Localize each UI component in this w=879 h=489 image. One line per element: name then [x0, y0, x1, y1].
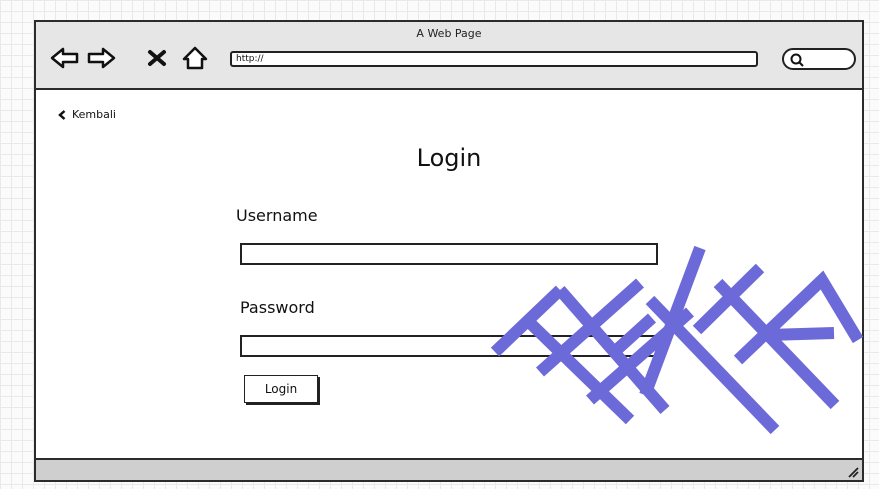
browser-titlebar: A Web Page http://: [36, 22, 862, 90]
back-link-label: Kembali: [72, 108, 116, 121]
login-button[interactable]: Login: [244, 375, 318, 403]
resize-grip-icon[interactable]: [845, 464, 859, 478]
chevron-left-icon: [58, 109, 66, 120]
home-icon[interactable]: [182, 46, 208, 70]
status-bar: [36, 458, 862, 480]
password-input[interactable]: [240, 335, 658, 357]
back-link[interactable]: Kembali: [58, 108, 116, 121]
page-title: Login: [416, 144, 482, 172]
close-icon[interactable]: [146, 46, 168, 70]
username-label: Username: [236, 206, 318, 225]
username-input[interactable]: [240, 243, 658, 265]
window-title: A Web Page: [416, 27, 482, 40]
page-content: Kembali Login Username Password Login: [36, 88, 862, 458]
search-icon: [790, 53, 804, 67]
password-label: Password: [240, 298, 315, 317]
browser-window: A Web Page http:// Kembali Login Usernam…: [34, 20, 864, 482]
back-arrow-icon[interactable]: [50, 46, 80, 70]
search-button[interactable]: [782, 48, 856, 70]
address-bar[interactable]: http://: [230, 51, 758, 67]
forward-arrow-icon[interactable]: [86, 46, 116, 70]
